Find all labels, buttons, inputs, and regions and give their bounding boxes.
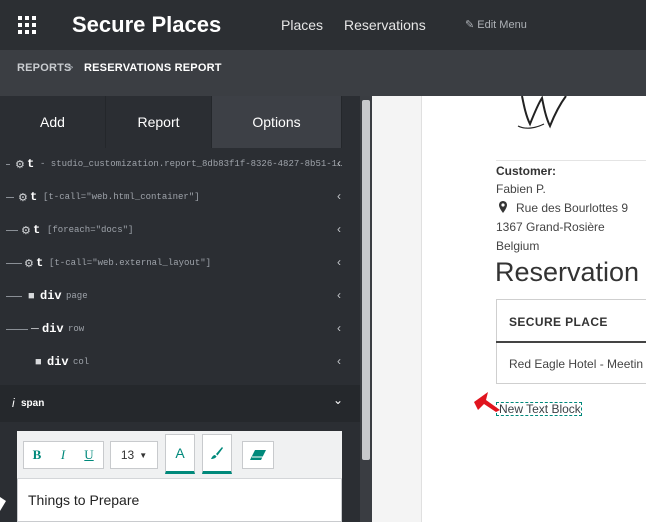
chevron-left-icon[interactable]: ‹ bbox=[337, 321, 341, 335]
span-label: span bbox=[21, 398, 45, 409]
node-attr: row bbox=[68, 324, 85, 334]
company-logo bbox=[517, 96, 567, 129]
font-color-icon: A bbox=[175, 445, 185, 461]
map-marker-icon bbox=[499, 201, 507, 213]
node-tag: div bbox=[47, 355, 69, 369]
tab-options[interactable]: Options bbox=[212, 96, 342, 148]
underline-button[interactable]: U bbox=[76, 442, 102, 468]
node-tag: t bbox=[36, 256, 44, 270]
tree-indent-line bbox=[6, 263, 22, 264]
span-section-header[interactable] bbox=[0, 385, 360, 422]
background-color-button[interactable] bbox=[202, 434, 232, 474]
tab-report[interactable]: Report bbox=[106, 96, 212, 148]
breadcrumb-reports[interactable]: REPORTS bbox=[17, 62, 72, 74]
node-attr: page bbox=[66, 291, 88, 301]
customer-city[interactable]: 1367 Grand-Rosière bbox=[496, 220, 605, 234]
folder-icon: ■ bbox=[28, 290, 35, 302]
header-divider bbox=[496, 160, 646, 161]
tree-node[interactable]: ⚙ t [foreach="docs"] ‹ bbox=[0, 214, 360, 247]
tree-node[interactable]: ⚙ t - studio_customization.report_8db83f… bbox=[0, 148, 360, 181]
report-heading[interactable]: Reservation bbox=[495, 257, 639, 288]
nav-places[interactable]: Places bbox=[281, 17, 323, 33]
mouse-pointer-icon bbox=[0, 497, 6, 511]
customer-name[interactable]: Fabien P. bbox=[496, 182, 546, 196]
node-tag: t bbox=[30, 190, 38, 204]
font-color-button[interactable]: A bbox=[165, 434, 195, 474]
tree-indent-line bbox=[6, 296, 22, 297]
chevron-left-icon[interactable]: ‹ bbox=[337, 222, 341, 236]
tree-node[interactable]: ■ div page ‹ bbox=[0, 280, 360, 313]
node-tag: div bbox=[42, 322, 64, 336]
node-tree: ⚙ t - studio_customization.report_8db83f… bbox=[0, 148, 360, 379]
sidebar-tabs: Add Report Options bbox=[0, 96, 360, 148]
tree-node[interactable]: ■ div col ‹ bbox=[0, 346, 360, 379]
caret-down-icon: ▼ bbox=[139, 450, 148, 460]
eraser-icon bbox=[250, 450, 266, 460]
chevron-left-icon[interactable]: ‹ bbox=[337, 189, 341, 203]
tree-indent-line bbox=[6, 329, 28, 330]
scrollbar-thumb[interactable] bbox=[362, 100, 370, 460]
font-size-dropdown[interactable]: 13 ▼ bbox=[110, 441, 158, 469]
node-tag: t bbox=[27, 157, 35, 171]
tree-indent-line bbox=[6, 164, 10, 165]
gear-icon: ⚙ bbox=[18, 192, 28, 204]
node-attr: [foreach="docs"] bbox=[47, 225, 134, 235]
folder-icon: ─ bbox=[31, 323, 39, 335]
nav-reservations[interactable]: Reservations bbox=[344, 17, 426, 33]
gear-icon: ⚙ bbox=[21, 225, 31, 237]
breadcrumb-separator: > bbox=[67, 62, 74, 74]
tree-indent-line bbox=[6, 230, 18, 231]
editor-content[interactable]: Things to Prepare bbox=[28, 492, 139, 508]
chevron-down-icon[interactable]: ⌄ bbox=[333, 393, 343, 407]
node-attr: [t-call="web.html_container"] bbox=[43, 192, 200, 202]
app-title: Secure Places bbox=[72, 12, 222, 37]
node-tag: div bbox=[40, 289, 62, 303]
italic-button[interactable]: I bbox=[50, 442, 76, 468]
customer-street[interactable]: Rue des Bourlottes 9 bbox=[516, 201, 628, 215]
table-row-divider bbox=[496, 383, 646, 384]
breadcrumb-current: RESERVATIONS REPORT bbox=[84, 62, 222, 74]
customer-country[interactable]: Belgium bbox=[496, 239, 539, 253]
tab-add[interactable]: Add bbox=[0, 96, 106, 148]
tree-indent-line bbox=[6, 197, 14, 198]
format-button-group: B I U bbox=[23, 441, 104, 469]
chevron-left-icon[interactable]: ‹ bbox=[337, 255, 341, 269]
folder-icon: ■ bbox=[35, 356, 42, 368]
tree-node[interactable]: ⚙ t [t-call="web.html_container"] ‹ bbox=[0, 181, 360, 214]
table-cell-place[interactable]: Red Eagle Hotel - Meetin bbox=[509, 357, 643, 371]
node-attr: col bbox=[73, 357, 90, 367]
pencil-icon: ✎ bbox=[465, 19, 478, 31]
gear-icon: ⚙ bbox=[15, 159, 25, 171]
chevron-left-icon[interactable]: ‹ bbox=[337, 288, 341, 302]
gear-icon: ⚙ bbox=[24, 258, 34, 270]
clear-format-button[interactable] bbox=[242, 441, 274, 469]
chevron-left-icon[interactable]: ‹ bbox=[337, 354, 341, 368]
new-text-block[interactable]: New Text Block bbox=[496, 402, 582, 416]
apps-grid-icon[interactable] bbox=[18, 16, 36, 34]
node-attr: - studio_customization.report_8db83f1f-8… bbox=[40, 159, 343, 169]
bold-button[interactable]: B bbox=[24, 442, 50, 468]
customer-label[interactable]: Customer: bbox=[496, 164, 556, 178]
paint-brush-icon bbox=[211, 447, 223, 459]
node-tag: t bbox=[33, 223, 41, 237]
chevron-left-icon[interactable]: ‹ bbox=[337, 156, 341, 170]
tree-node[interactable]: ─ div row ‹ bbox=[0, 313, 360, 346]
node-attr: [t-call="web.external_layout"] bbox=[49, 258, 212, 268]
edit-menu-button[interactable]: ✎ Edit Menu bbox=[465, 18, 527, 31]
table-header-secure-place[interactable]: SECURE PLACE bbox=[509, 315, 608, 329]
font-size-value: 13 bbox=[120, 448, 135, 462]
italic-i-icon: i bbox=[12, 396, 15, 410]
edit-menu-label: Edit Menu bbox=[477, 19, 527, 31]
tree-node[interactable]: ⚙ t [t-call="web.external_layout"] ‹ bbox=[0, 247, 360, 280]
red-pointer-arrow-icon bbox=[474, 392, 500, 412]
